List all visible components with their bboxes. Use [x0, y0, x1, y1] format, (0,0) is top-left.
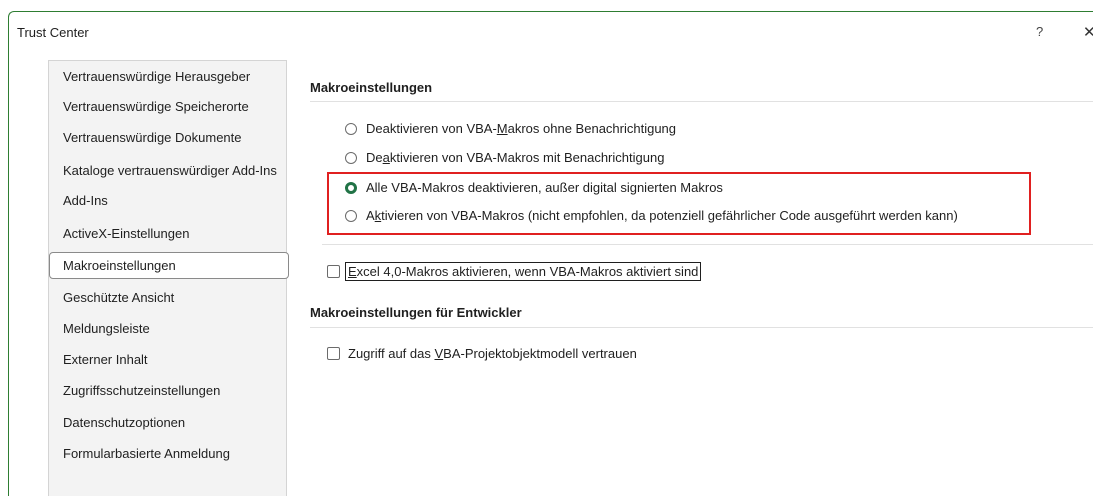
- option-label: Alle VBA-Makros deaktivieren, außer digi…: [366, 180, 723, 195]
- sidebar-item-activex[interactable]: ActiveX-Einstellungen: [49, 221, 288, 247]
- sidebar-item-trusted-locations[interactable]: Vertrauenswürdige Speicherorte: [49, 94, 288, 120]
- sidebar-item-privacy[interactable]: Datenschutzoptionen: [49, 410, 288, 436]
- section-divider: [310, 101, 1093, 102]
- radio-disable-with-notification[interactable]: Deaktivieren von VBA-Makros mit Benachri…: [345, 150, 664, 165]
- option-label: Zugriff auf das VBA-Projektobjektmodell …: [348, 346, 637, 361]
- dialog-title: Trust Center: [17, 25, 89, 40]
- sidebar-item-trusted-documents[interactable]: Vertrauenswürdige Dokumente: [49, 125, 288, 151]
- sidebar-item-message-bar[interactable]: Meldungsleiste: [49, 316, 288, 342]
- checkbox[interactable]: [327, 347, 340, 360]
- section-divider: [322, 244, 1093, 245]
- sidebar-item-trusted-publishers[interactable]: Vertrauenswürdige Herausgeber: [49, 64, 288, 90]
- radio-button-selected[interactable]: [345, 181, 357, 194]
- sidebar-item-protected-view[interactable]: Geschützte Ansicht: [49, 285, 288, 311]
- radio-button[interactable]: [345, 209, 357, 222]
- sidebar-item-file-block[interactable]: Zugriffsschutzeinstellungen: [49, 378, 288, 404]
- radio-enable-all-macros[interactable]: Aktivieren von VBA-Makros (nicht empfohl…: [345, 208, 958, 223]
- sidebar-item-trusted-addin-catalogs[interactable]: Kataloge vertrauenswürdiger Add-Ins: [49, 158, 288, 184]
- help-button[interactable]: ?: [1036, 24, 1043, 39]
- option-label: Deaktivieren von VBA-Makros mit Benachri…: [366, 150, 665, 165]
- macro-settings-heading: Makroeinstellungen: [310, 80, 433, 95]
- developer-settings-heading: Makroeinstellungen für Entwickler: [310, 305, 522, 320]
- sidebar-nav: Vertrauenswürdige Herausgeber Vertrauens…: [48, 60, 289, 496]
- sidebar-item-addins[interactable]: Add-Ins: [49, 188, 288, 214]
- option-label: Aktivieren von VBA-Makros (nicht empfohl…: [366, 208, 958, 223]
- radio-button[interactable]: [345, 122, 357, 135]
- sidebar-item-form-signin[interactable]: Formularbasierte Anmeldung: [49, 441, 288, 467]
- sidebar-item-macro-settings[interactable]: Makroeinstellungen: [49, 252, 289, 279]
- option-label: Excel 4,0-Makros aktivieren, wenn VBA-Ma…: [345, 262, 702, 281]
- radio-disable-without-notification[interactable]: Deaktivieren von VBA-Makros ohne Benachr…: [345, 121, 676, 136]
- radio-disable-except-signed[interactable]: Alle VBA-Makros deaktivieren, außer digi…: [345, 180, 723, 195]
- section-divider: [310, 327, 1093, 328]
- radio-button[interactable]: [345, 151, 357, 164]
- close-icon[interactable]: ✕: [1083, 23, 1093, 41]
- title-bar: Trust Center ? ✕: [9, 12, 1093, 50]
- sidebar-item-external-content[interactable]: Externer Inhalt: [49, 347, 288, 373]
- option-label: Deaktivieren von VBA-Makros ohne Benachr…: [366, 121, 677, 136]
- checkbox[interactable]: [327, 265, 340, 278]
- checkbox-trust-vba-object-model[interactable]: Zugriff auf das VBA-Projektobjektmodell …: [327, 346, 637, 361]
- checkbox-excel4-macros[interactable]: Excel 4,0-Makros aktivieren, wenn VBA-Ma…: [327, 262, 702, 281]
